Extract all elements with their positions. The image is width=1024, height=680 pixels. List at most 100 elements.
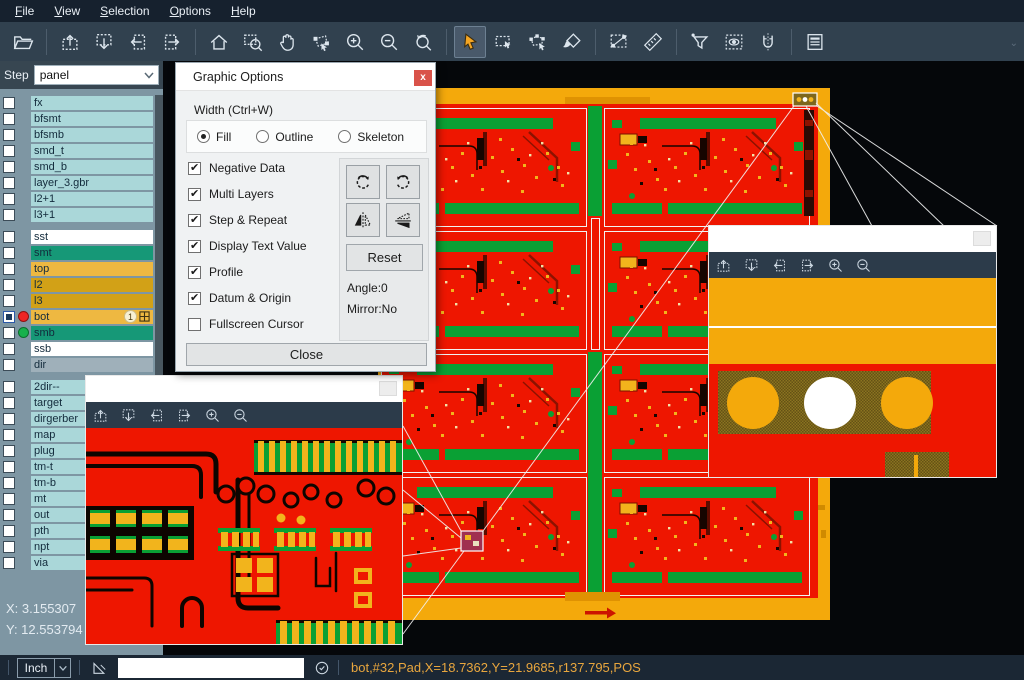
command-input[interactable]: [118, 658, 304, 678]
layer-visibility-checkbox[interactable]: [3, 359, 15, 371]
zoom-in-button[interactable]: [339, 26, 371, 58]
layer-visibility-checkbox[interactable]: [3, 97, 15, 109]
window-button[interactable]: [379, 381, 397, 396]
zoom-in-icon[interactable]: [204, 407, 221, 424]
zoom-out-icon[interactable]: [232, 407, 249, 424]
graphic-options-dialog[interactable]: Graphic Options x Width (Ctrl+W) Fill Ou…: [175, 62, 436, 372]
measure-button[interactable]: [603, 26, 635, 58]
layer-visibility-checkbox[interactable]: [3, 113, 15, 125]
layer-row[interactable]: l2: [0, 277, 163, 292]
layer-label[interactable]: smb: [31, 326, 153, 340]
checkbox[interactable]: [188, 162, 201, 175]
menu-file[interactable]: File: [6, 2, 43, 20]
radio-fill[interactable]: Fill: [197, 130, 231, 144]
layer-visibility-checkbox[interactable]: [3, 509, 15, 521]
checkbox-multi-layers[interactable]: Multi Layers: [188, 186, 307, 202]
ruler-button[interactable]: [637, 26, 669, 58]
layer-row[interactable]: layer_3.gbr: [0, 175, 163, 190]
radio-skeleton[interactable]: Skeleton: [338, 130, 404, 144]
zoom-previous-button[interactable]: [407, 26, 439, 58]
layer-row[interactable]: fx: [0, 95, 163, 110]
mirror-horizontal-button[interactable]: [346, 203, 380, 237]
layer-visibility-checkbox[interactable]: [3, 327, 15, 339]
magnifier-window-top[interactable]: [708, 225, 997, 478]
menu-options[interactable]: Options: [161, 2, 220, 20]
layer-visibility-checkbox[interactable]: [3, 525, 15, 537]
layer-visibility-checkbox[interactable]: [3, 247, 15, 259]
layer-row[interactable]: smb: [0, 325, 163, 340]
arrow-right-box-icon[interactable]: [176, 407, 193, 424]
checkbox[interactable]: [188, 318, 201, 331]
layer-label[interactable]: bfsmb: [31, 128, 153, 142]
dialog-title-bar[interactable]: Graphic Options x: [176, 63, 435, 91]
layer-visibility-checkbox[interactable]: [3, 461, 15, 473]
open-file-button[interactable]: [7, 26, 39, 58]
select-tool-button[interactable]: [454, 26, 486, 58]
close-icon[interactable]: x: [414, 70, 432, 86]
layer-row[interactable]: l2+1: [0, 191, 163, 206]
layer-label[interactable]: bfsmt: [31, 112, 153, 126]
pan-right-button[interactable]: [156, 26, 188, 58]
layer-label[interactable]: l2+1: [31, 192, 153, 206]
layer-visibility-checkbox[interactable]: [3, 413, 15, 425]
arrow-up-box-icon[interactable]: [92, 407, 109, 424]
layer-label[interactable]: l2: [31, 278, 153, 292]
toolbar-overflow-chevron[interactable]: ⌄: [1010, 38, 1018, 49]
layer-visibility-checkbox[interactable]: [3, 231, 15, 243]
layers-panel-button[interactable]: [799, 26, 831, 58]
checkbox-datum-origin[interactable]: Datum & Origin: [188, 290, 307, 306]
brush-tool-button[interactable]: [556, 26, 588, 58]
layer-visibility-checkbox[interactable]: [3, 209, 15, 221]
layer-visibility-checkbox[interactable]: [3, 311, 15, 323]
layer-visibility-checkbox[interactable]: [3, 295, 15, 307]
pan-down-button[interactable]: [88, 26, 120, 58]
layer-visibility-checkbox[interactable]: [3, 279, 15, 291]
pan-tool-button[interactable]: [271, 26, 303, 58]
layer-label[interactable]: smt: [31, 246, 153, 260]
checkbox[interactable]: [188, 188, 201, 201]
layer-visibility-checkbox[interactable]: [3, 557, 15, 569]
arrow-down-box-icon[interactable]: [743, 257, 760, 274]
checkbox-negative-data[interactable]: Negative Data: [188, 160, 307, 176]
checkbox[interactable]: [188, 266, 201, 279]
layer-visibility-checkbox[interactable]: [3, 129, 15, 141]
reset-button[interactable]: Reset: [346, 244, 423, 271]
layer-visibility-checkbox[interactable]: [3, 477, 15, 489]
menu-view[interactable]: View: [45, 2, 89, 20]
magnifier-window-bottom[interactable]: [85, 375, 403, 645]
layer-visibility-checkbox[interactable]: [3, 193, 15, 205]
layer-label[interactable]: ssb: [31, 342, 153, 356]
show-selection-button[interactable]: [718, 26, 750, 58]
layer-label[interactable]: smd_t: [31, 144, 153, 158]
checkbox[interactable]: [188, 292, 201, 305]
layer-visibility-checkbox[interactable]: [3, 445, 15, 457]
polygon-select-button[interactable]: [522, 26, 554, 58]
layer-visibility-checkbox[interactable]: [3, 161, 15, 173]
layer-row[interactable]: dir: [0, 357, 163, 372]
layer-row[interactable]: l3+1: [0, 207, 163, 222]
menu-help[interactable]: Help: [222, 2, 265, 20]
checkbox-display-text-value[interactable]: Display Text Value: [188, 238, 307, 254]
zoom-out-button[interactable]: [373, 26, 405, 58]
zoom-in-icon[interactable]: [827, 257, 844, 274]
layer-label[interactable]: sst: [31, 230, 153, 244]
snap-button[interactable]: [752, 26, 784, 58]
layer-visibility-checkbox[interactable]: [3, 541, 15, 553]
layer-visibility-checkbox[interactable]: [3, 145, 15, 157]
unit-select[interactable]: Inch: [17, 658, 71, 678]
radio-dot[interactable]: [256, 130, 269, 143]
step-select[interactable]: panel: [34, 65, 159, 85]
checkbox-fullscreen-cursor[interactable]: Fullscreen Cursor: [188, 316, 307, 332]
rotate-cw-button[interactable]: [346, 165, 380, 199]
filter-button[interactable]: [684, 26, 716, 58]
arrow-down-box-icon[interactable]: [120, 407, 137, 424]
move-vertex-button[interactable]: [305, 26, 337, 58]
zoom-window-button[interactable]: [237, 26, 269, 58]
arrow-right-box-icon[interactable]: [799, 257, 816, 274]
radio-dot[interactable]: [338, 130, 351, 143]
checkbox[interactable]: [188, 240, 201, 253]
layer-row[interactable]: smt: [0, 245, 163, 260]
layer-visibility-checkbox[interactable]: [3, 343, 15, 355]
snap-angle-icon[interactable]: [90, 659, 110, 677]
home-view-button[interactable]: [203, 26, 235, 58]
